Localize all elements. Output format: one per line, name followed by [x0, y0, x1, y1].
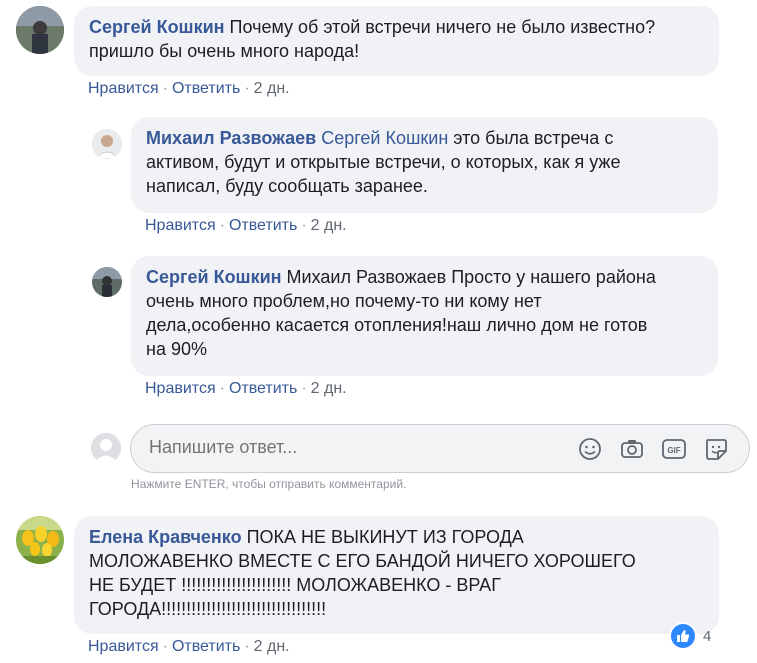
comment-bubble: Сергей Кошкин Михаил Развожаев Просто у …	[131, 256, 718, 376]
comment-text: активом, будут и открытые встречи, о кот…	[146, 152, 621, 172]
gif-icon[interactable]: GIF	[661, 436, 687, 462]
comment-bubble: Михаил Развожаев Сергей Кошкин это была …	[131, 117, 718, 213]
comment-actions: Нравится · Ответить · 2 дн.	[145, 380, 347, 397]
comment-text: ПОКА НЕ ВЫКИНУТ ИЗ ГОРОДА	[246, 527, 524, 547]
reply-link[interactable]: Ответить	[172, 80, 240, 97]
emoji-icon[interactable]	[577, 436, 603, 462]
comment-author[interactable]: Сергей Кошкин	[89, 17, 225, 37]
avatar-photo	[16, 6, 64, 54]
like-link[interactable]: Нравится	[88, 638, 159, 655]
comment-text: на 90%	[146, 339, 207, 359]
sticker-icon[interactable]	[703, 436, 729, 462]
comment-text: очень много проблем,но почему-то ни кому…	[146, 291, 542, 311]
comment-author[interactable]: Михаил Развожаев	[146, 128, 316, 148]
avatar-photo	[16, 516, 64, 564]
thumbs-up-icon	[677, 630, 690, 642]
camera-icon[interactable]	[619, 436, 645, 462]
avatar-photo	[92, 267, 122, 297]
reply-link[interactable]: Ответить	[172, 638, 240, 655]
avatar[interactable]	[16, 6, 64, 54]
comment-actions: Нравится · Ответить · 2 дн.	[88, 80, 290, 97]
comment-text: НЕ БУДЕТ !!!!!!!!!!!!!!!!!!!!!! МОЛОЖАВЕ…	[89, 575, 501, 595]
comment-text: это была встреча с	[453, 128, 614, 148]
reply-link[interactable]: Ответить	[229, 217, 297, 234]
comment-text: Почему об этой встречи ничего не было из…	[229, 17, 656, 37]
comment-actions: Нравится · Ответить · 2 дн.	[145, 217, 347, 234]
avatar[interactable]	[92, 129, 122, 159]
reply-input[interactable]	[149, 437, 549, 458]
comment-bubble: Сергей Кошкин Почему об этой встречи нич…	[74, 6, 719, 76]
timestamp[interactable]: 2 дн.	[311, 380, 347, 397]
comment-author[interactable]: Елена Кравченко	[89, 527, 242, 547]
like-reaction-icon	[669, 622, 697, 650]
avatar[interactable]	[92, 267, 122, 297]
enter-hint: Нажмите ENTER, чтобы отправить комментар…	[131, 477, 407, 491]
default-avatar-icon	[91, 433, 121, 463]
reply-link[interactable]: Ответить	[229, 380, 297, 397]
comment-text: пришло бы очень много народа!	[89, 41, 360, 61]
reply-box[interactable]: GIF	[130, 424, 750, 473]
avatar[interactable]	[16, 516, 64, 564]
current-user-avatar	[91, 433, 121, 463]
comment-actions: Нравится · Ответить · 2 дн.	[88, 638, 290, 655]
comment-text: дела,особенно касается отопления!наш лич…	[146, 315, 648, 335]
like-link[interactable]: Нравится	[88, 80, 159, 97]
mention-link[interactable]: Сергей Кошкин	[321, 128, 448, 148]
comment-author[interactable]: Сергей Кошкин	[146, 267, 282, 287]
reaction-summary[interactable]: 4	[669, 622, 712, 650]
like-link[interactable]: Нравится	[145, 217, 216, 234]
comment-text: Михаил Развожаев Просто у нашего района	[286, 267, 656, 287]
timestamp[interactable]: 2 дн.	[311, 217, 347, 234]
svg-text:GIF: GIF	[667, 446, 680, 455]
comment-text: МОЛОЖАВЕНКО ВМЕСТЕ С ЕГО БАНДОЙ НИЧЕГО Х…	[89, 551, 636, 571]
timestamp[interactable]: 2 дн.	[254, 80, 290, 97]
avatar-photo	[92, 129, 122, 159]
comment-bubble: Елена Кравченко ПОКА НЕ ВЫКИНУТ ИЗ ГОРОД…	[74, 516, 719, 634]
comment-text: написал, буду сообщать заранее.	[146, 176, 428, 196]
timestamp[interactable]: 2 дн.	[254, 638, 290, 655]
comment-text: ГОРОДА!!!!!!!!!!!!!!!!!!!!!!!!!!!!!!!!!	[89, 599, 327, 619]
like-link[interactable]: Нравится	[145, 380, 216, 397]
reaction-count: 4	[703, 627, 712, 645]
